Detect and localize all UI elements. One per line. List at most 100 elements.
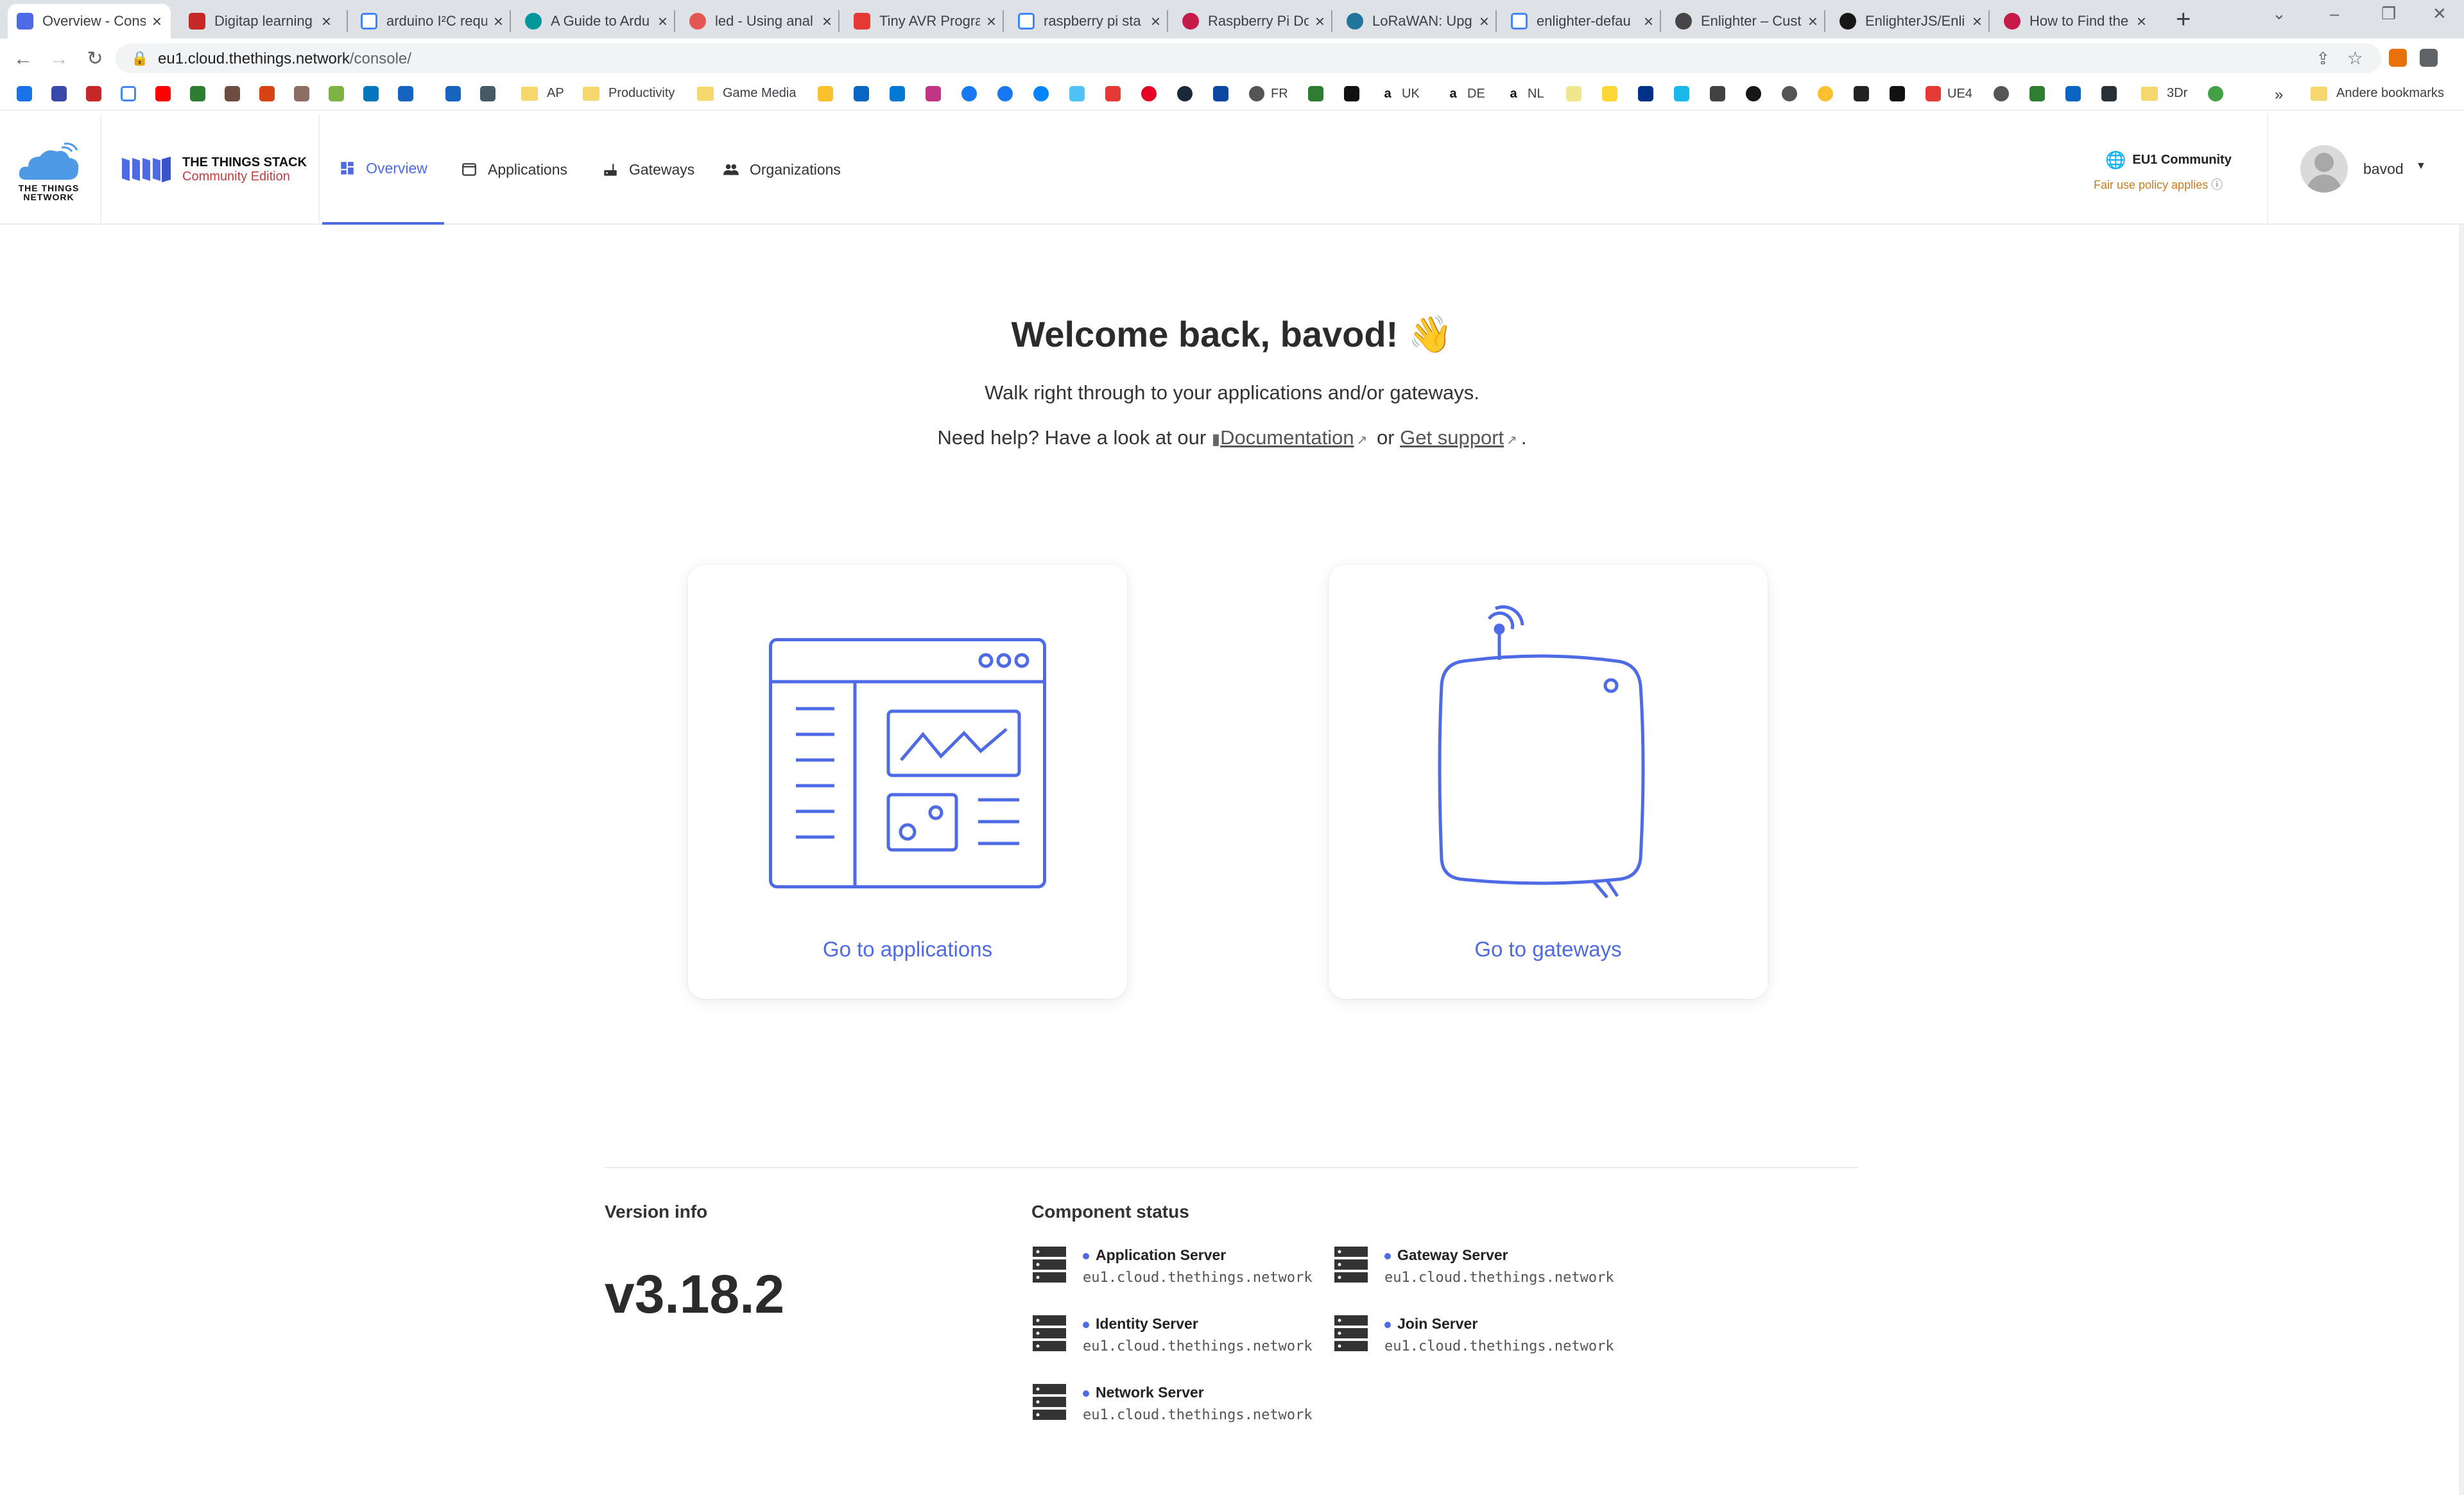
bookmark-nl[interactable]: a NL	[1506, 86, 1544, 101]
bookmark-ue4[interactable]: UE4	[1926, 86, 1972, 101]
bookmark[interactable]	[1566, 86, 1588, 101]
bookmark-folder-game-media[interactable]: Game Media	[697, 86, 797, 101]
new-tab-button[interactable]: +	[2176, 5, 2191, 34]
bookmark[interactable]	[2101, 86, 2123, 101]
bookmark[interactable]	[363, 86, 385, 101]
browser-tab[interactable]: LoRaWAN: Upg ×	[1338, 4, 1498, 39]
go-to-applications-link[interactable]: Go to applications	[688, 937, 1127, 962]
bookmark[interactable]	[1710, 86, 1732, 101]
bookmark[interactable]	[1344, 86, 1366, 101]
share-icon[interactable]: ⇪	[2316, 49, 2330, 69]
avatar[interactable]	[2300, 145, 2348, 193]
browser-tab[interactable]: led - Using anal ×	[680, 4, 841, 39]
window-close-button[interactable]: ✕	[2433, 4, 2447, 24]
bookmark[interactable]	[51, 86, 73, 101]
minimize-button[interactable]: –	[2330, 4, 2339, 24]
scrollbar[interactable]	[2459, 225, 2464, 1495]
bookmark[interactable]	[17, 86, 39, 101]
fair-use-notice[interactable]: Fair use policy applies ⓘ	[2094, 176, 2223, 193]
close-icon[interactable]: ×	[1644, 12, 1653, 31]
restore-button[interactable]: ❐	[2381, 4, 2396, 24]
browser-tab[interactable]: Overview - Console ×	[8, 4, 171, 39]
browser-tab[interactable]: Enlighter – Cust ×	[1666, 4, 1827, 39]
bookmark[interactable]	[997, 86, 1019, 101]
bookmark[interactable]	[1308, 86, 1330, 101]
address-bar[interactable]: 🔒 eu1.cloud.thethings.network/console/ ⇪…	[116, 44, 2381, 73]
documentation-link[interactable]: Documentation	[1220, 426, 1354, 449]
bookmark-folder-productivity[interactable]: Productivity	[583, 86, 675, 101]
bookmark[interactable]	[1746, 86, 1768, 101]
bookmark[interactable]	[854, 86, 875, 101]
bookmark[interactable]	[1105, 86, 1127, 101]
close-icon[interactable]: ×	[1972, 12, 1982, 31]
forward-button[interactable]: →	[46, 46, 72, 72]
extension-icon[interactable]	[2389, 49, 2407, 67]
bookmark[interactable]	[1674, 86, 1696, 101]
go-to-gateways-link[interactable]: Go to gateways	[1329, 937, 1768, 962]
nav-applications[interactable]: Applications	[461, 114, 567, 225]
bookmark[interactable]	[294, 86, 316, 101]
bookmark[interactable]	[190, 86, 212, 101]
bookmark-fr[interactable]: FR	[1249, 86, 1288, 101]
reload-button[interactable]: ↻	[82, 46, 108, 72]
bookmark[interactable]	[818, 86, 840, 101]
bookmark[interactable]	[2065, 86, 2087, 101]
applications-card[interactable]: Go to applications	[688, 565, 1127, 999]
support-link[interactable]: Get support	[1400, 426, 1504, 449]
close-icon[interactable]: ×	[322, 12, 331, 31]
browser-tab[interactable]: enlighter-defau ×	[1502, 4, 1662, 39]
bookmark[interactable]	[1854, 86, 1875, 101]
bookmark[interactable]	[1602, 86, 1624, 101]
browser-tab[interactable]: How to Find the ×	[1995, 4, 2155, 39]
browser-tab[interactable]: raspberry pi sta ×	[1009, 4, 1169, 39]
bookmark[interactable]	[1213, 86, 1235, 101]
bookmark-folder-3dr[interactable]: 3Dr	[2141, 86, 2187, 101]
bookmark[interactable]	[1141, 86, 1163, 101]
close-icon[interactable]: ×	[986, 12, 996, 31]
tab-search-icon[interactable]: ⌄	[2272, 4, 2286, 24]
bookmark[interactable]	[890, 86, 911, 101]
bookmark[interactable]	[329, 86, 350, 101]
back-button[interactable]: ←	[10, 46, 36, 72]
gateways-card[interactable]: Go to gateways	[1329, 565, 1768, 999]
bookmarks-overflow-button[interactable]: »	[2275, 86, 2283, 104]
close-icon[interactable]: ×	[152, 12, 162, 31]
bookmark[interactable]	[2029, 86, 2051, 101]
close-icon[interactable]: ×	[822, 12, 832, 31]
bookmark[interactable]	[2208, 86, 2230, 101]
things-stack-logo[interactable]	[121, 155, 172, 184]
bookmark[interactable]	[398, 86, 420, 101]
bookmark-de[interactable]: a DE	[1445, 86, 1485, 101]
close-icon[interactable]: ×	[1479, 12, 1489, 31]
close-icon[interactable]: ×	[1151, 12, 1160, 31]
bookmark[interactable]	[86, 86, 108, 101]
nav-overview[interactable]: Overview	[322, 114, 444, 225]
bookmark[interactable]	[1818, 86, 1839, 101]
close-icon[interactable]: ×	[2137, 12, 2146, 31]
username-label[interactable]: bavod	[2363, 160, 2404, 178]
bookmark[interactable]	[1177, 86, 1199, 101]
bookmark[interactable]	[259, 86, 281, 101]
chevron-down-icon[interactable]: ▼	[2416, 160, 2426, 172]
puzzle-icon[interactable]	[2420, 49, 2438, 67]
region-selector[interactable]: 🌐 EU1 Community	[2105, 150, 2232, 170]
bookmark[interactable]	[121, 86, 142, 101]
browser-tab[interactable]: Tiny AVR Progra ×	[845, 4, 1005, 39]
other-bookmarks-folder[interactable]: Andere bookmarks	[2311, 86, 2444, 101]
nav-organizations[interactable]: Organizations	[723, 114, 841, 225]
close-icon[interactable]: ×	[1315, 12, 1325, 31]
browser-tab[interactable]: A Guide to Ardu ×	[516, 4, 676, 39]
close-icon[interactable]: ×	[1808, 12, 1818, 31]
bookmark[interactable]	[961, 86, 983, 101]
close-icon[interactable]: ×	[658, 12, 668, 31]
bookmark[interactable]	[926, 86, 947, 101]
bookmark[interactable]	[1994, 86, 2015, 101]
bookmark[interactable]	[1782, 86, 1804, 101]
close-icon[interactable]: ×	[494, 12, 503, 31]
browser-tab[interactable]: EnlighterJS/Enli ×	[1831, 4, 1991, 39]
bookmark-uk[interactable]: a UK	[1380, 86, 1420, 101]
nav-gateways[interactable]: Gateways	[602, 114, 694, 225]
bookmark[interactable]	[155, 86, 177, 101]
bookmark-ap[interactable]: AP	[521, 86, 564, 101]
browser-tab[interactable]: arduino I²C requ ×	[352, 4, 512, 39]
